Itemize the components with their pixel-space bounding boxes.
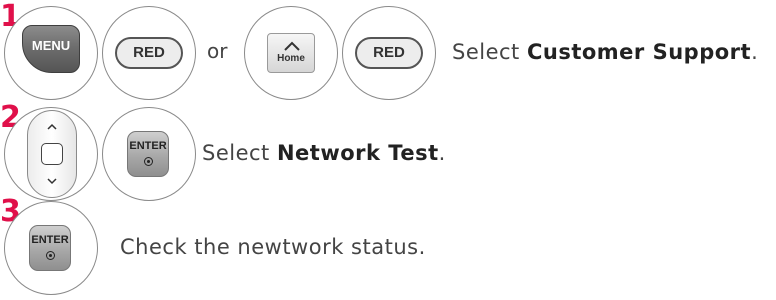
- red-button-2[interactable]: RED: [355, 37, 423, 69]
- step-3-instruction: Check the newtwork status.: [120, 235, 426, 259]
- down-arrow-icon: [47, 178, 57, 185]
- enter-dot-icon-2: [46, 251, 55, 260]
- navigation-pad[interactable]: [27, 110, 77, 198]
- enter-dot-icon: [144, 157, 153, 166]
- step-1-text-suffix: .: [751, 40, 759, 64]
- house-icon: [284, 41, 300, 51]
- enter-button-2-label: ENTER: [31, 234, 69, 246]
- enter-button-2[interactable]: ENTER: [29, 225, 71, 271]
- up-arrow-icon: [47, 123, 57, 130]
- enter-button-label: ENTER: [129, 140, 167, 152]
- nav-center-button[interactable]: [41, 143, 63, 165]
- step-2-text-prefix: Select: [202, 141, 277, 165]
- network-test-label: Network Test: [276, 141, 439, 165]
- enter-button[interactable]: ENTER: [127, 131, 169, 177]
- step-1-text-prefix: Select: [452, 40, 527, 64]
- home-button[interactable]: Home: [267, 33, 315, 73]
- home-button-label: Home: [277, 53, 305, 64]
- step-2-text-suffix: .: [438, 141, 446, 165]
- customer-support-label: Customer Support: [526, 40, 752, 64]
- menu-button-label: MENU: [31, 38, 71, 53]
- step-2-instruction: Select Network Test.: [202, 141, 446, 165]
- red-button[interactable]: RED: [115, 37, 183, 69]
- step-1-instruction: Select Customer Support.: [452, 40, 758, 64]
- or-separator: or: [207, 39, 228, 63]
